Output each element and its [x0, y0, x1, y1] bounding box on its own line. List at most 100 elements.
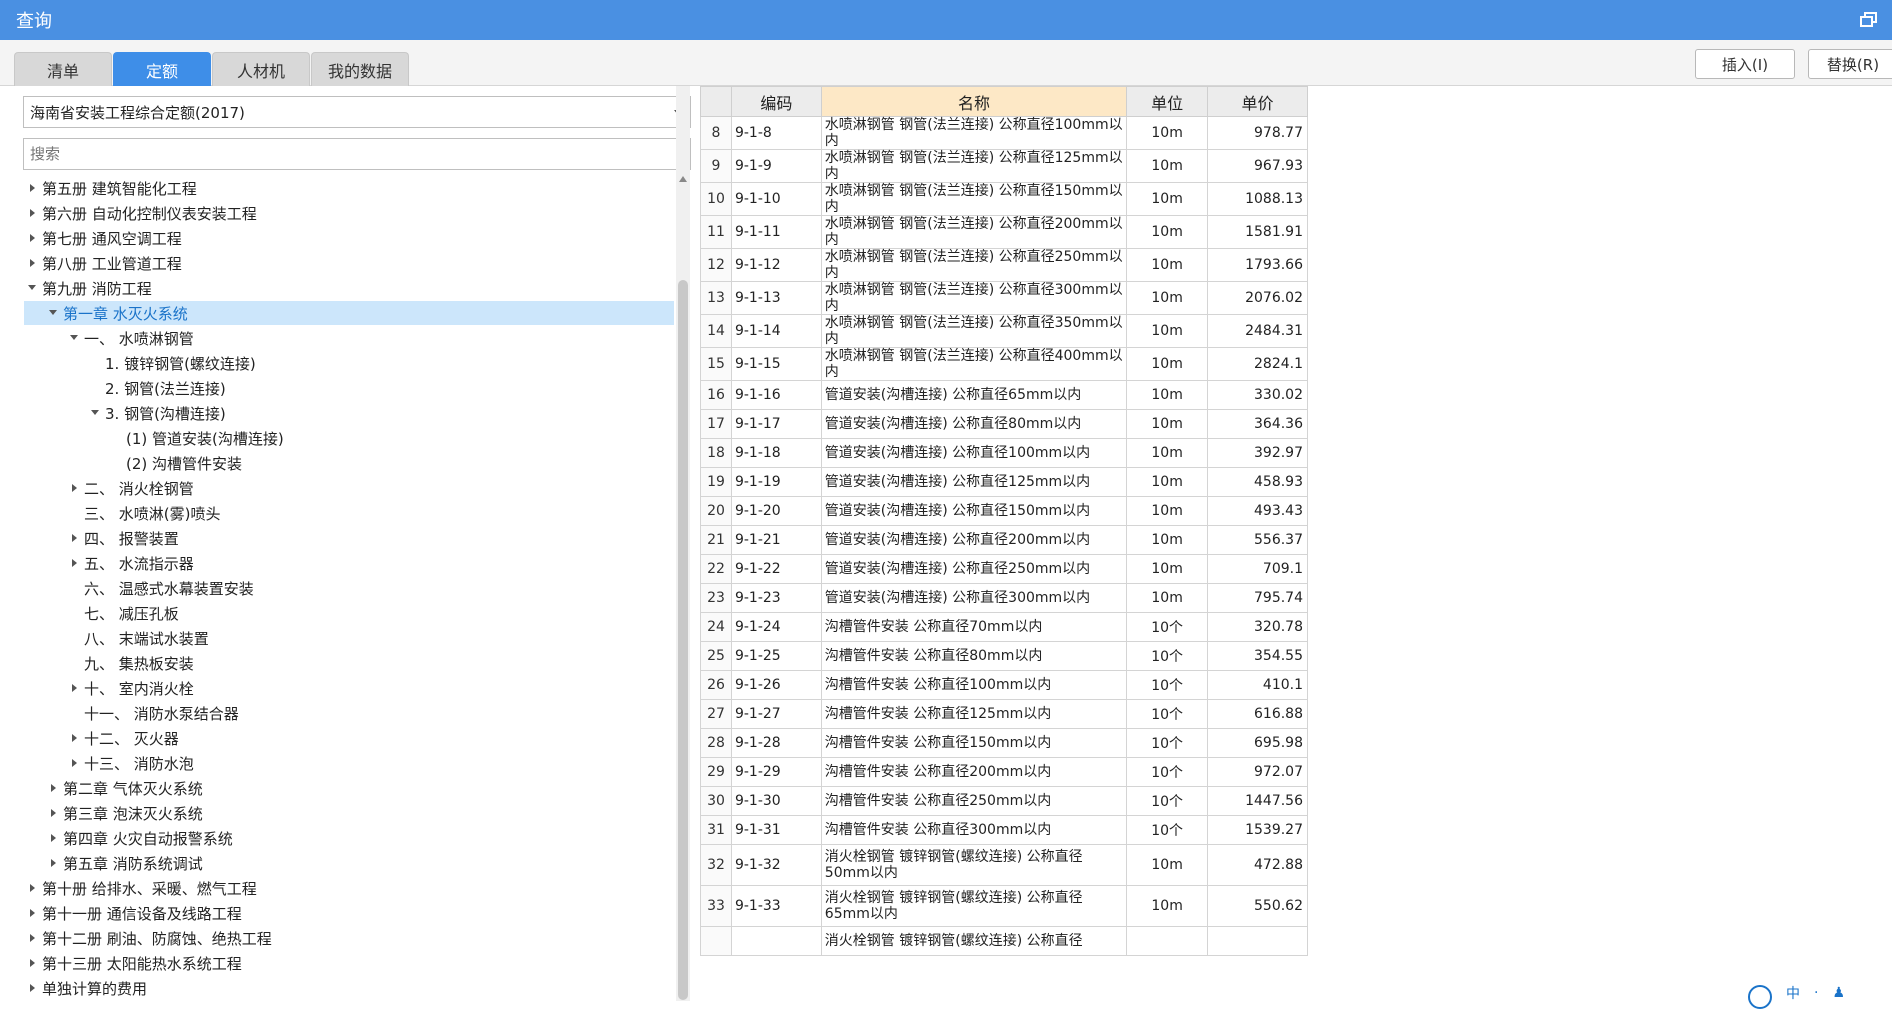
tree-node[interactable]: 十、 室内消火栓 [24, 676, 674, 700]
expand-arrow-icon[interactable] [24, 901, 42, 925]
ime-punctuation-icon[interactable]: · [1814, 985, 1818, 1001]
table-row[interactable]: 26 9-1-26 沟槽管件安装 公称直径100mm以内 10个 410.1 [700, 670, 1308, 700]
tree-node[interactable]: 第五章 消防系统调试 [24, 851, 674, 875]
expand-arrow-icon[interactable] [45, 776, 63, 800]
table-row[interactable]: 16 9-1-16 管道安装(沟槽连接) 公称直径65mm以内 10m 330.02 [700, 380, 1308, 410]
scroll-thumb[interactable] [678, 280, 688, 1000]
table-row[interactable]: 19 9-1-19 管道安装(沟槽连接) 公称直径125mm以内 10m 458.93 [700, 467, 1308, 497]
expand-arrow-icon[interactable] [66, 676, 84, 700]
tree-node[interactable]: 三、 水喷淋(雾)喷头 [24, 501, 674, 525]
tree-node[interactable]: 第四章 火灾自动报警系统 [24, 826, 674, 850]
table-row[interactable]: 32 9-1-32 消火栓钢管 镀锌钢管(螺纹连接) 公称直径50mm以内 10m 47… [700, 844, 1308, 886]
collapse-arrow-icon[interactable] [87, 401, 105, 425]
table-row[interactable]: 8 9-1-8 水喷淋钢管 钢管(法兰连接) 公称直径100mm以内 10m 978.7… [700, 116, 1308, 150]
table-row[interactable]: 24 9-1-24 沟槽管件安装 公称直径70mm以内 10个 320.78 [700, 612, 1308, 642]
header-name[interactable]: 名称 [820, 86, 1128, 117]
expand-arrow-icon[interactable] [45, 851, 63, 875]
table-row[interactable]: 14 9-1-14 水喷淋钢管 钢管(法兰连接) 公称直径350mm以内 10m 248… [700, 314, 1308, 348]
tree-node[interactable]: 二、 消火栓钢管 [24, 476, 674, 500]
expand-arrow-icon[interactable] [45, 801, 63, 825]
expand-arrow-icon[interactable] [24, 876, 42, 900]
expand-arrow-icon[interactable] [66, 526, 84, 550]
tree-node[interactable]: 五、 水流指示器 [24, 551, 674, 575]
tree-scrollbar[interactable] [676, 86, 690, 1001]
tree-node[interactable]: 单独计算的费用 [24, 976, 674, 1000]
tree-node[interactable]: 四、 报警装置 [24, 526, 674, 550]
table-row[interactable]: 28 9-1-28 沟槽管件安装 公称直径150mm以内 10个 695.98 [700, 728, 1308, 758]
tree-node[interactable]: 第八册 工业管道工程 [24, 251, 674, 275]
expand-arrow-icon[interactable] [24, 176, 42, 200]
tree-node[interactable]: (1) 管道安装(沟槽连接) [24, 426, 674, 450]
expand-arrow-icon[interactable] [24, 226, 42, 250]
insert-button[interactable]: 插入(I) [1695, 49, 1795, 79]
tree-node[interactable]: 第三章 泡沫灭火系统 [24, 801, 674, 825]
replace-button[interactable]: 替换(R) [1808, 49, 1892, 79]
table-row[interactable]: 21 9-1-21 管道安装(沟槽连接) 公称直径200mm以内 10m 556.37 [700, 525, 1308, 555]
expand-arrow-icon[interactable] [66, 476, 84, 500]
tree-node[interactable]: 第十二册 刷油、防腐蚀、绝热工程 [24, 926, 674, 950]
header-price[interactable]: 单价 [1207, 86, 1308, 117]
tree-node[interactable]: 九、 集热板安装 [24, 651, 674, 675]
table-row[interactable]: 13 9-1-13 水喷淋钢管 钢管(法兰连接) 公称直径300mm以内 10m 207… [700, 281, 1308, 315]
table-row[interactable]: 22 9-1-22 管道安装(沟槽连接) 公称直径250mm以内 10m 709.1 [700, 554, 1308, 584]
collapse-arrow-icon[interactable] [24, 276, 42, 300]
restore-window-icon[interactable] [1860, 12, 1877, 27]
header-unit[interactable]: 单位 [1126, 86, 1209, 117]
expand-arrow-icon[interactable] [24, 926, 42, 950]
table-row[interactable]: 20 9-1-20 管道安装(沟槽连接) 公称直径150mm以内 10m 493.43 [700, 496, 1308, 526]
tree-node[interactable]: 第十三册 太阳能热水系统工程 [24, 951, 674, 975]
table-row[interactable]: 18 9-1-18 管道安装(沟槽连接) 公称直径100mm以内 10m 392.97 [700, 438, 1308, 468]
expand-arrow-icon[interactable] [24, 976, 42, 1000]
expand-arrow-icon[interactable] [66, 726, 84, 750]
tab-dinge[interactable]: 定额 [113, 52, 211, 86]
search-input[interactable] [23, 138, 691, 170]
expand-arrow-icon[interactable] [66, 551, 84, 575]
tree-node[interactable]: 十一、 消防水泵结合器 [24, 701, 674, 725]
tree-node[interactable]: 六、 温感式水幕装置安装 [24, 576, 674, 600]
table-row[interactable]: 31 9-1-31 沟槽管件安装 公称直径300mm以内 10个 1539.27 [700, 815, 1308, 845]
tree-node[interactable]: 第十册 给排水、采暖、燃气工程 [24, 876, 674, 900]
expand-arrow-icon[interactable] [24, 951, 42, 975]
expand-arrow-icon[interactable] [24, 201, 42, 225]
tree-node[interactable]: (2) 沟槽管件安装 [24, 451, 674, 475]
table-row[interactable]: 12 9-1-12 水喷淋钢管 钢管(法兰连接) 公称直径250mm以内 10m 179… [700, 248, 1308, 282]
tree-node[interactable]: 十二、 灭火器 [24, 726, 674, 750]
table-row[interactable]: 消火栓钢管 镀锌钢管(螺纹连接) 公称直径 [700, 926, 1308, 956]
scroll-up-icon[interactable] [679, 176, 687, 182]
table-row[interactable]: 17 9-1-17 管道安装(沟槽连接) 公称直径80mm以内 10m 364.36 [700, 409, 1308, 439]
table-row[interactable]: 29 9-1-29 沟槽管件安装 公称直径200mm以内 10个 972.07 [700, 757, 1308, 787]
tab-my-data[interactable]: 我的数据 [311, 52, 409, 86]
tab-qingdan[interactable]: 清单 [14, 52, 112, 86]
tree-node[interactable]: 2. 钢管(法兰连接) [24, 376, 674, 400]
table-row[interactable]: 33 9-1-33 消火栓钢管 镀锌钢管(螺纹连接) 公称直径65mm以内 10m 55… [700, 885, 1308, 927]
quota-library-select[interactable]: 海南省安装工程综合定额(2017) [23, 96, 691, 128]
table-row[interactable]: 30 9-1-30 沟槽管件安装 公称直径250mm以内 10个 1447.56 [700, 786, 1308, 816]
ime-logo-icon[interactable] [1748, 985, 1772, 1009]
tab-rencaiji[interactable]: 人材机 [212, 52, 310, 86]
header-code[interactable]: 编码 [730, 86, 822, 117]
table-row[interactable]: 9 9-1-9 水喷淋钢管 钢管(法兰连接) 公称直径125mm以内 10m 967.9… [700, 149, 1308, 183]
ime-language[interactable]: 中 [1786, 983, 1800, 1003]
tree-node[interactable]: 第七册 通风空调工程 [24, 226, 674, 250]
tree-node[interactable]: 第五册 建筑智能化工程 [24, 176, 674, 200]
tree-node[interactable]: 3. 钢管(沟槽连接) [24, 401, 674, 425]
table-row[interactable]: 10 9-1-10 水喷淋钢管 钢管(法兰连接) 公称直径150mm以内 10m 108… [700, 182, 1308, 216]
ime-user-icon[interactable]: ♟ [1832, 985, 1845, 1001]
tree-node[interactable]: 第六册 自动化控制仪表安装工程 [24, 201, 674, 225]
tree-node[interactable]: 第九册 消防工程 [24, 276, 674, 300]
table-row[interactable]: 11 9-1-11 水喷淋钢管 钢管(法兰连接) 公称直径200mm以内 10m 158… [700, 215, 1308, 249]
expand-arrow-icon[interactable] [45, 826, 63, 850]
table-row[interactable]: 15 9-1-15 水喷淋钢管 钢管(法兰连接) 公称直径400mm以内 10m 282… [700, 347, 1308, 381]
collapse-arrow-icon[interactable] [66, 326, 84, 350]
tree-node[interactable]: 八、 末端试水装置 [24, 626, 674, 650]
expand-arrow-icon[interactable] [24, 251, 42, 275]
tree-node[interactable]: 第二章 气体灭火系统 [24, 776, 674, 800]
tree-node[interactable]: 十三、 消防水泡 [24, 751, 674, 775]
table-row[interactable]: 23 9-1-23 管道安装(沟槽连接) 公称直径300mm以内 10m 795.74 [700, 583, 1308, 613]
tree-node[interactable]: 一、 水喷淋钢管 [24, 326, 674, 350]
tree-node[interactable]: 1. 镀锌钢管(螺纹连接) [24, 351, 674, 375]
tree-node[interactable]: 第十一册 通信设备及线路工程 [24, 901, 674, 925]
table-row[interactable]: 25 9-1-25 沟槽管件安装 公称直径80mm以内 10个 354.55 [700, 641, 1308, 671]
tree-node[interactable]: 七、 减压孔板 [24, 601, 674, 625]
table-row[interactable]: 27 9-1-27 沟槽管件安装 公称直径125mm以内 10个 616.88 [700, 699, 1308, 729]
